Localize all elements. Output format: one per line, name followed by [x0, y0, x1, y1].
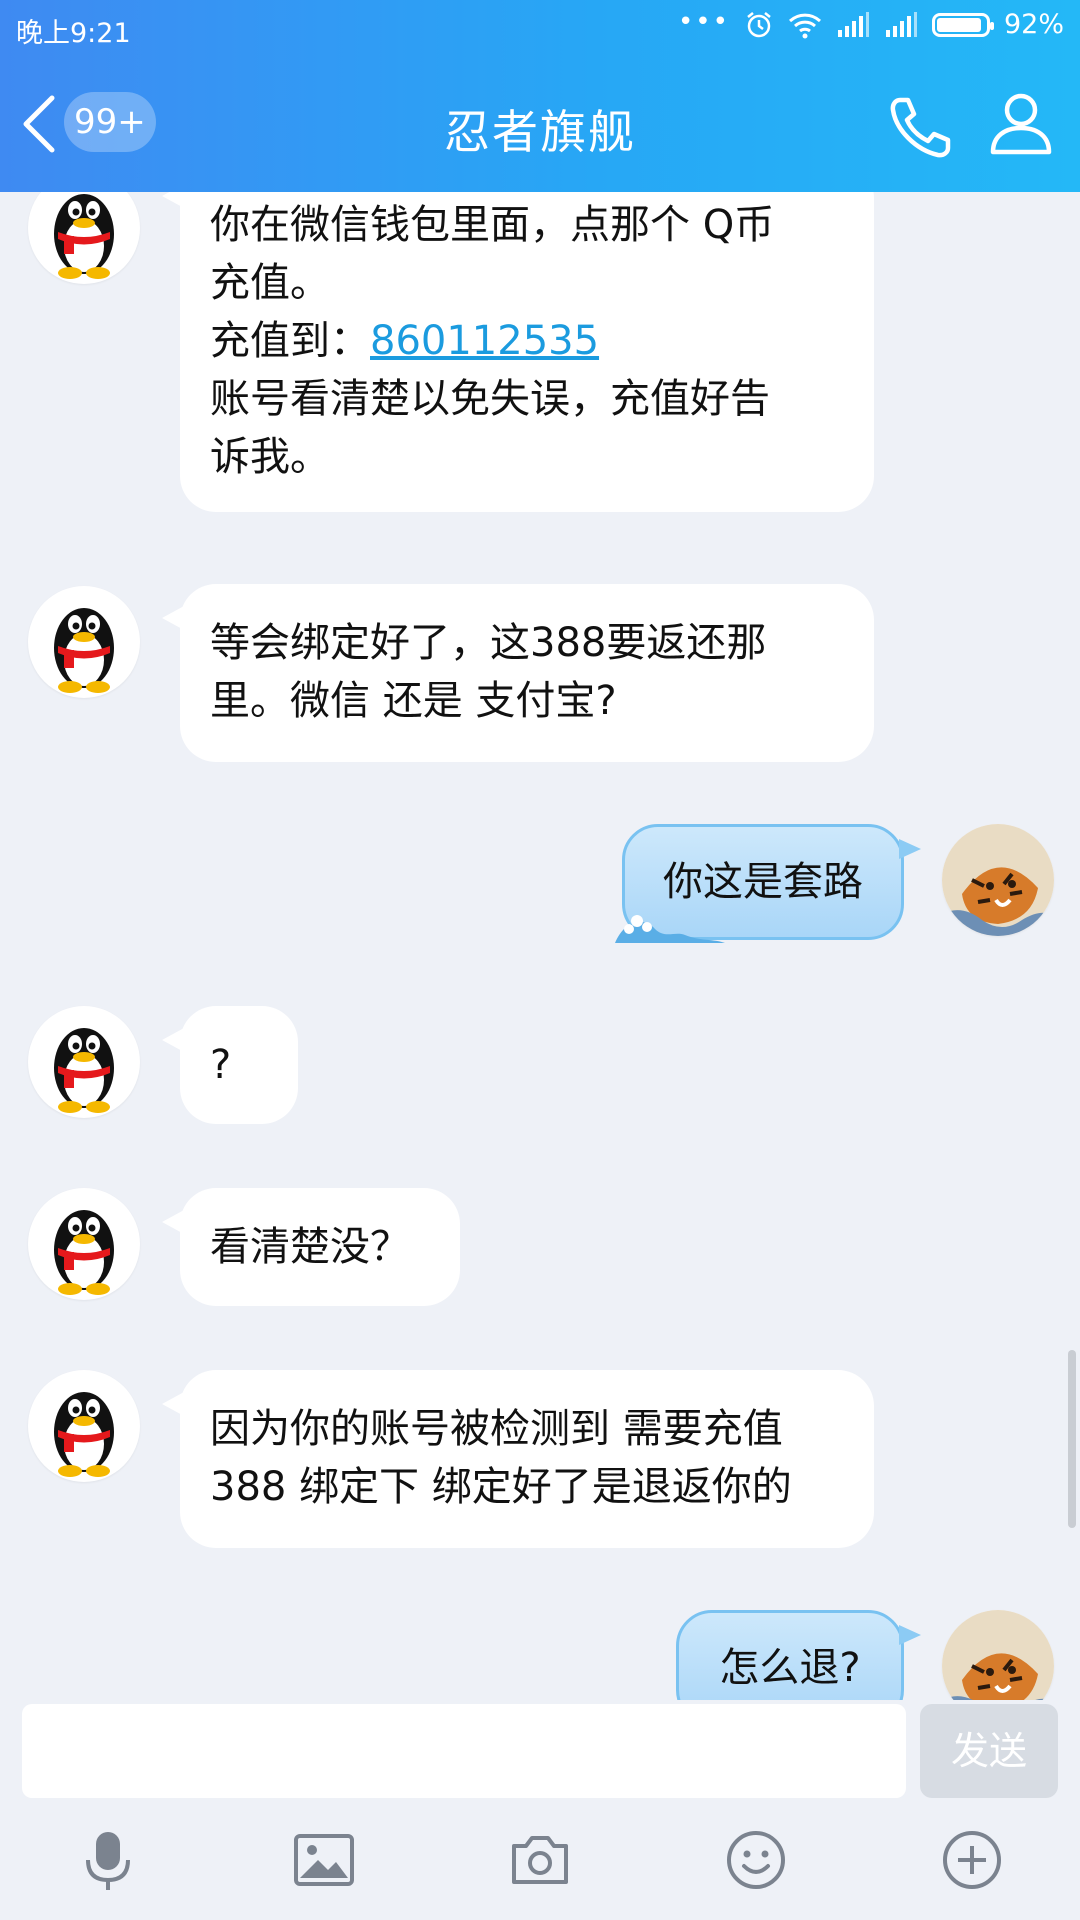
- message-line: 388 绑定下 绑定好了是退返你的: [210, 1464, 792, 1510]
- message-bubble[interactable]: 看清楚没？: [162, 1188, 460, 1306]
- phone-icon[interactable]: [886, 92, 956, 162]
- status-icons: ••• 92%: [677, 6, 1064, 41]
- message-line: 因为你的账号被检测到 需要充值: [210, 1406, 783, 1452]
- message-bubble[interactable]: 等会绑定好了，这388要返还那 里。微信 还是 支付宝?: [162, 584, 874, 762]
- send-button[interactable]: 发送: [920, 1704, 1058, 1798]
- wifi-icon: [788, 13, 822, 38]
- contact-avatar[interactable]: [28, 1370, 140, 1482]
- message-line: 你在微信钱包里面，点那个 Q币: [210, 202, 775, 248]
- image-button[interactable]: [292, 1828, 356, 1892]
- penguin-avatar-icon: [54, 1210, 114, 1295]
- penguin-avatar-icon: [54, 1028, 114, 1113]
- emoji-icon: [727, 1831, 785, 1889]
- message-line: 里。微信 还是 支付宝?: [210, 678, 617, 724]
- camera-icon: [512, 1836, 568, 1884]
- battery-percent: 92%: [1003, 9, 1064, 40]
- contact-avatar[interactable]: [28, 192, 140, 284]
- message-line: 充值到：860112535: [210, 312, 844, 370]
- status-bar: 晚上9:21 ••• 92%: [0, 0, 1080, 56]
- battery-icon: [931, 12, 994, 37]
- input-toolbar: [0, 1802, 1080, 1920]
- message-line: 账号看清楚以免失误，充值好告: [210, 376, 770, 422]
- penguin-avatar-icon: [54, 194, 114, 279]
- image-icon: [294, 1834, 354, 1886]
- status-time: 晚上9:21: [16, 18, 131, 49]
- message-bubble[interactable]: 因为你的账号被检测到 需要充值 388 绑定下 绑定好了是退返你的: [162, 1370, 874, 1548]
- chat-scrollbar[interactable]: [1068, 1350, 1076, 1528]
- contact-avatar[interactable]: [28, 1188, 140, 1300]
- message-bubble[interactable]: 你在微信钱包里面，点那个 Q币 充值。 充值到：860112535 账号看清楚以…: [162, 192, 874, 512]
- profile-icon[interactable]: [988, 90, 1054, 156]
- penguin-avatar-icon: [54, 1392, 114, 1477]
- message-line: 等会绑定好了，这388要返还那: [210, 620, 767, 666]
- mic-button[interactable]: [76, 1828, 140, 1892]
- contact-avatar[interactable]: [28, 586, 140, 698]
- message-line: 充值。: [210, 260, 330, 306]
- message-line: 诉我。: [210, 434, 330, 480]
- tiger-avatar-icon: [942, 824, 1054, 936]
- input-bar: 发送: [0, 1700, 1080, 1802]
- account-link[interactable]: 860112535: [370, 318, 599, 364]
- alarm-icon: [747, 11, 771, 37]
- message-input[interactable]: [22, 1704, 906, 1798]
- wave-decoration-icon: [669, 1685, 779, 1700]
- my-avatar[interactable]: [942, 824, 1054, 936]
- tiger-avatar-icon: [942, 1610, 1054, 1700]
- my-avatar[interactable]: [942, 1610, 1054, 1700]
- message-text: 充值到：: [210, 318, 370, 364]
- wave-decoration-icon: [615, 915, 725, 943]
- plus-icon: [943, 1831, 1001, 1889]
- message-bubble-outgoing[interactable]: 怎么退?: [676, 1610, 921, 1700]
- signal-icon-2: [885, 11, 917, 37]
- penguin-avatar-icon: [54, 608, 114, 693]
- message-bubble-outgoing[interactable]: 你这是套路: [615, 824, 921, 943]
- chat-header: 晚上9:21 ••• 92% 99+ 忍者旗舰: [0, 0, 1080, 192]
- message-text: 看清楚没？: [210, 1224, 410, 1270]
- camera-button[interactable]: [508, 1828, 572, 1892]
- message-bubble[interactable]: ?: [162, 1006, 298, 1124]
- contact-avatar[interactable]: [28, 1006, 140, 1118]
- more-dots: •••: [677, 6, 730, 37]
- plus-button[interactable]: [940, 1828, 1004, 1892]
- chat-messages[interactable]: 你在微信钱包里面，点那个 Q币 充值。 充值到：860112535 账号看清楚以…: [0, 192, 1080, 1700]
- message-text: ?: [210, 1042, 232, 1088]
- battery-fill: [936, 17, 981, 32]
- emoji-button[interactable]: [724, 1828, 788, 1892]
- mic-icon: [86, 1832, 130, 1890]
- signal-icon: [837, 11, 869, 37]
